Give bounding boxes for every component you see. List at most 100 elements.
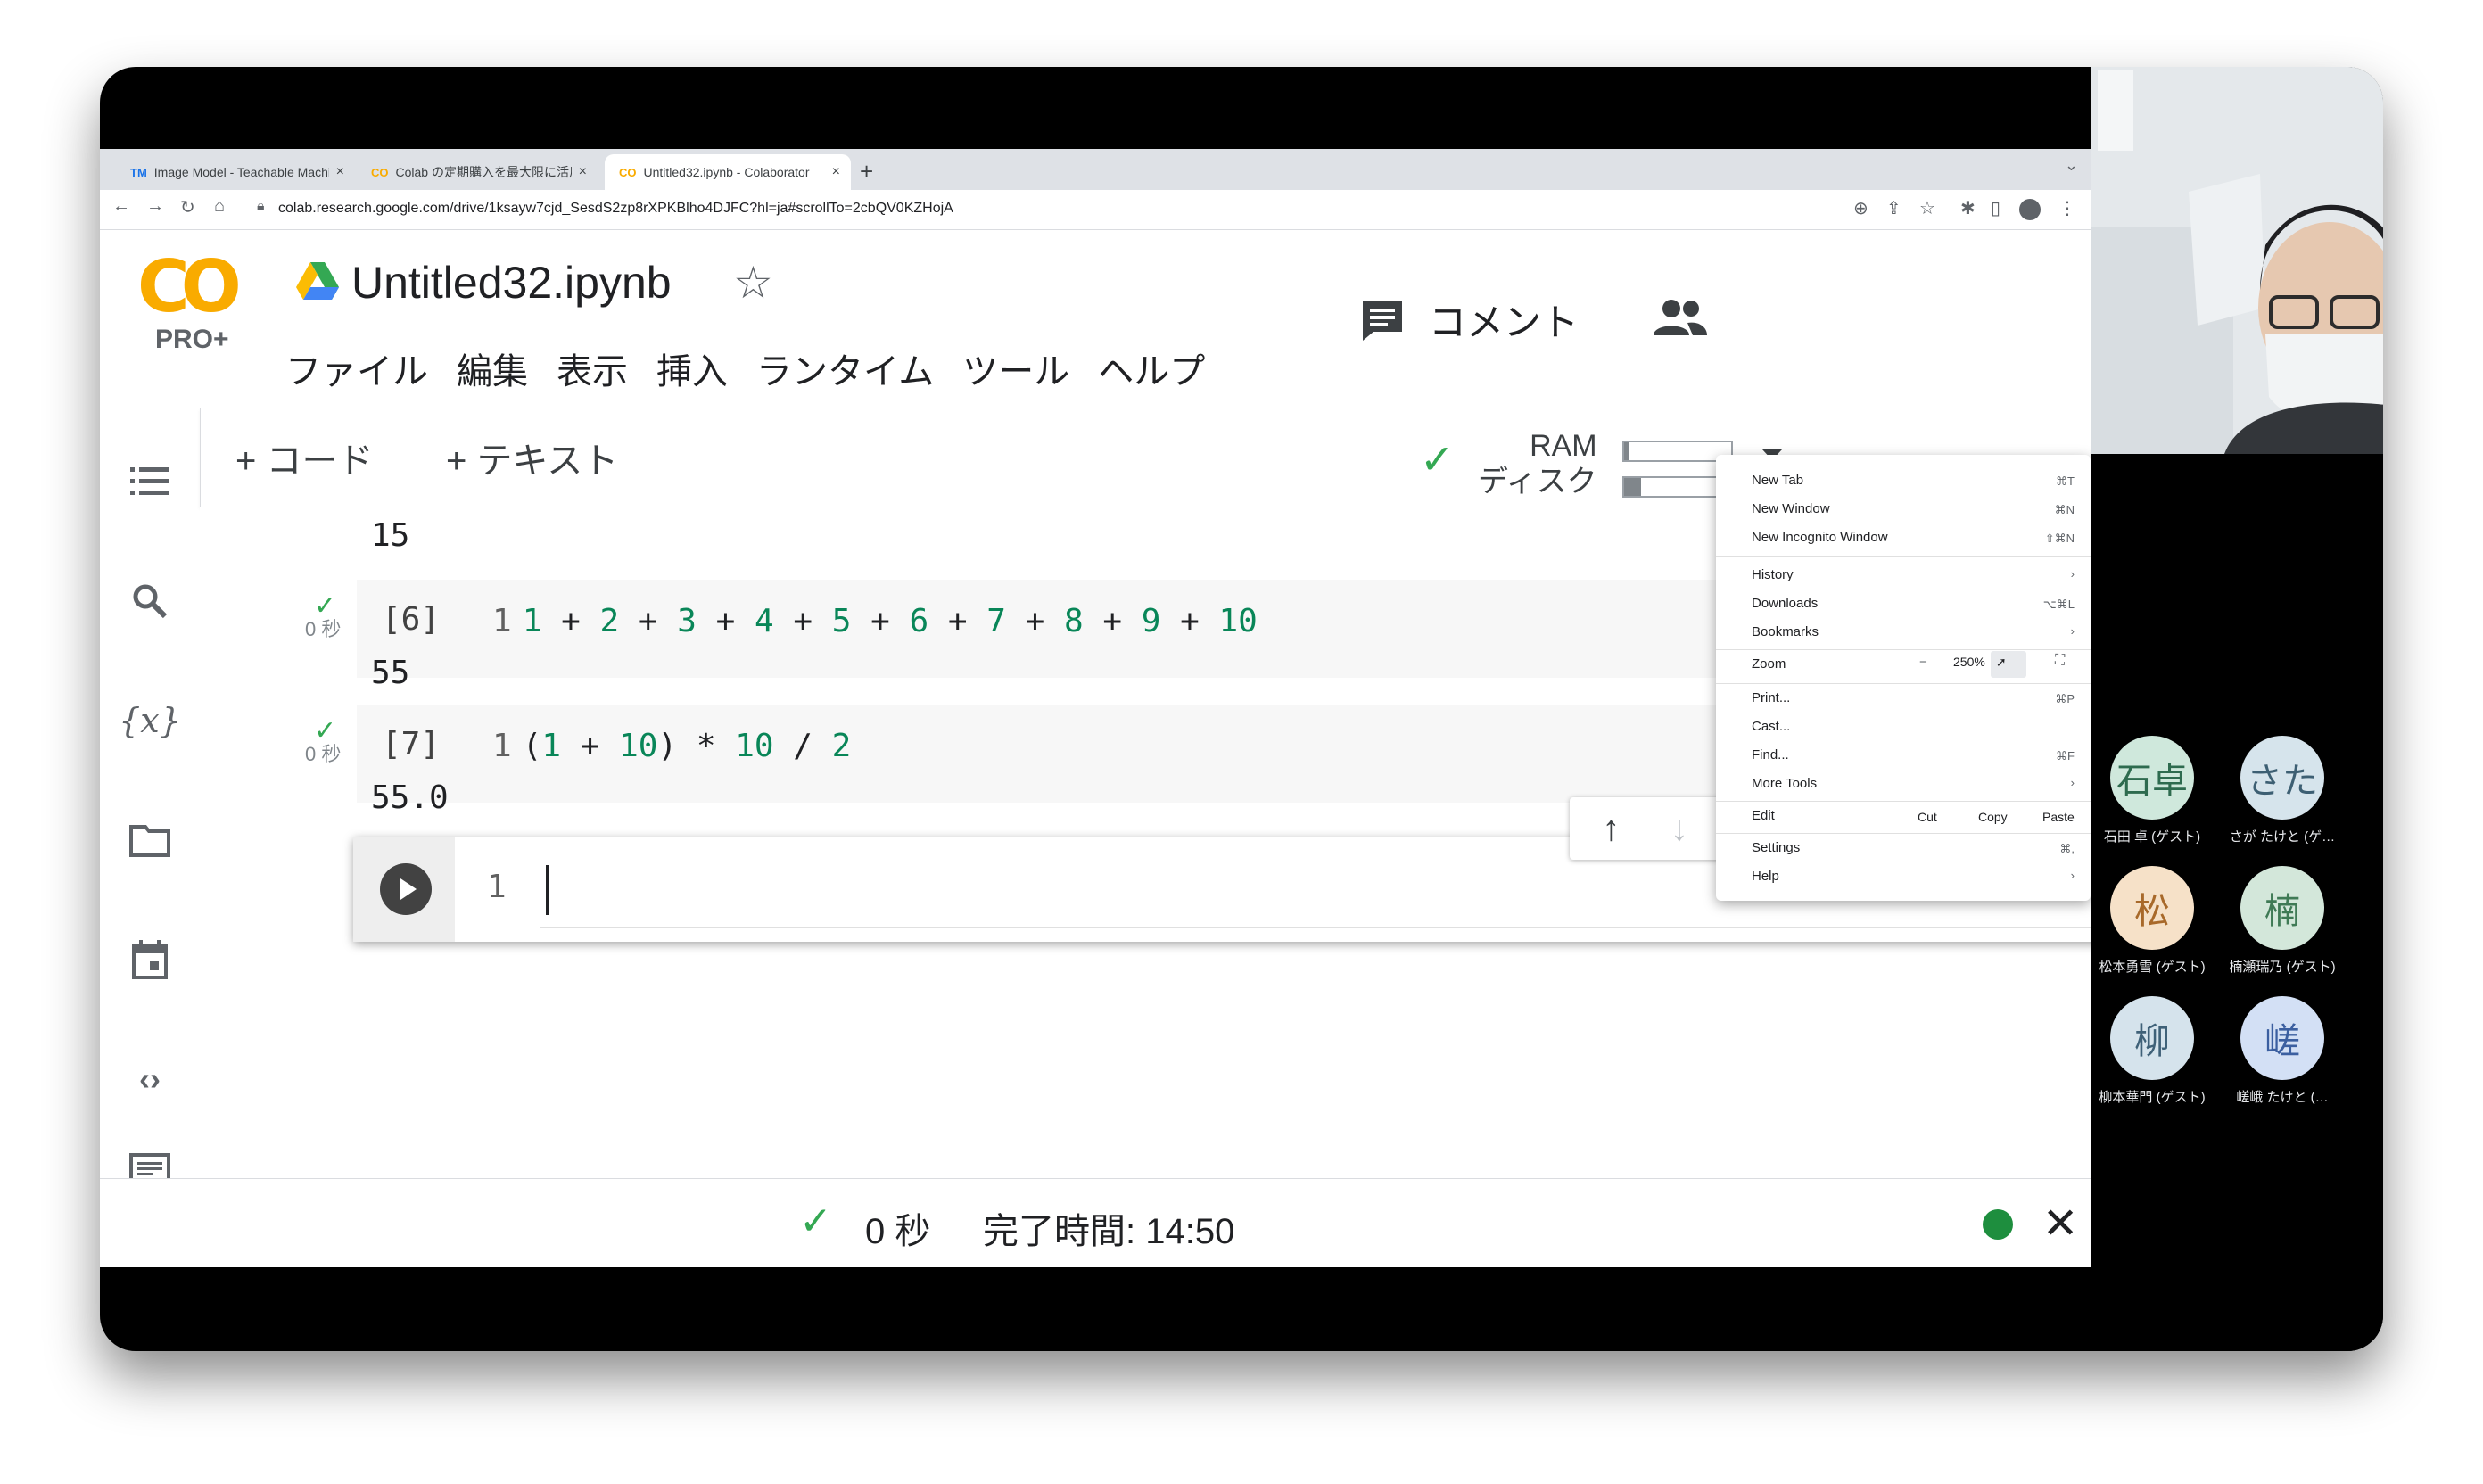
participant-avatar[interactable]: 柳 <box>2110 996 2194 1080</box>
menu-view[interactable]: 表示 <box>557 342 628 394</box>
home-icon[interactable]: ⌂ <box>214 196 225 217</box>
menu-print[interactable]: Print... <box>1752 690 1790 705</box>
menu-file[interactable]: ファイル <box>285 342 428 394</box>
side-panel-icon[interactable]: ▯ <box>1991 197 2000 219</box>
people-icon[interactable] <box>1652 298 1707 337</box>
zoom-out-button[interactable]: − <box>1919 655 1927 670</box>
add-text-button[interactable]: + テキスト <box>446 432 618 483</box>
menu-downloads[interactable]: Downloads <box>1752 596 1818 611</box>
cell-exec-count[interactable]: [6] <box>382 601 440 638</box>
forward-icon[interactable]: → <box>146 196 164 217</box>
reload-icon[interactable]: ↻ <box>180 196 195 218</box>
participant-initials: 楠 <box>2264 892 2300 931</box>
close-icon[interactable]: × <box>579 164 587 180</box>
menu-new-window[interactable]: New Window <box>1752 501 1830 516</box>
menu-copy[interactable]: Copy <box>1978 810 2008 824</box>
move-up-icon[interactable]: ↑ <box>1588 806 1633 851</box>
participant-initials: さた <box>2247 762 2318 801</box>
tab-search-icon[interactable]: ⌄ <box>2065 156 2078 175</box>
menu-zoom-label: Zoom <box>1752 656 1786 672</box>
teachable-machine-icon: TM <box>130 165 147 179</box>
menu-more-tools[interactable]: More Tools <box>1752 776 1817 791</box>
comment-icon <box>1363 301 1402 341</box>
add-code-button[interactable]: + コード <box>235 432 373 483</box>
cell-output: 15 <box>371 517 410 554</box>
submenu-arrow: › <box>2070 776 2075 789</box>
close-icon[interactable]: × <box>336 164 344 180</box>
code-line[interactable]: 11 + 2 + 3 + 4 + 5 + 6 + 7 + 8 + 9 + 10 <box>492 603 1258 639</box>
browser-toolbar: ← → ↻ ⌂ 🔒︎ colab.research.google.com/dri… <box>100 190 2091 230</box>
bookmark-star-icon[interactable]: ☆ <box>1919 197 1935 219</box>
folder-icon[interactable] <box>127 817 173 863</box>
extensions-icon[interactable]: ✱ <box>1960 197 1976 219</box>
fullscreen-icon[interactable]: ⛶ <box>2055 653 2065 669</box>
move-down-icon[interactable]: ↓ <box>1657 806 1702 851</box>
shortcut: ⇧⌘N <box>2044 532 2075 545</box>
chrome-main-menu: New Tab ⌘T New Window ⌘N New Incognito W… <box>1716 455 2091 901</box>
participant-avatar[interactable]: 松 <box>2110 866 2194 950</box>
menu-find[interactable]: Find... <box>1752 747 1789 763</box>
mouse-pointer-icon: ➚ <box>1996 655 2007 669</box>
participant-name: 柳本華門 (ゲスト) <box>2099 1090 2206 1105</box>
resource-labels[interactable]: RAM ディスク <box>1478 428 1597 499</box>
menu-new-tab[interactable]: New Tab <box>1752 473 1803 488</box>
profile-avatar[interactable] <box>2019 199 2041 220</box>
menu-paste[interactable]: Paste <box>2042 810 2075 824</box>
participant-name: 松本勇雪 (ゲスト) <box>2099 960 2206 975</box>
menu-edit[interactable]: 編集 <box>457 342 528 394</box>
ram-usage-fill <box>1624 442 1629 460</box>
presenter-camera[interactable] <box>2091 67 2383 454</box>
share-page-icon[interactable]: ⇪ <box>1886 197 1901 219</box>
star-icon[interactable]: ☆ <box>733 257 773 309</box>
notebook-title[interactable]: Untitled32.ipynb <box>351 257 672 309</box>
new-tab-button[interactable]: + <box>860 158 873 186</box>
menu-bookmarks[interactable]: Bookmarks <box>1752 624 1819 639</box>
participant-avatar[interactable]: 石卓 <box>2110 736 2194 820</box>
table-of-contents-icon[interactable] <box>127 458 173 505</box>
participant-initials: 柳 <box>2134 1022 2170 1061</box>
address-bar[interactable]: colab.research.google.com/drive/1ksayw7c… <box>278 201 953 217</box>
code-line[interactable]: 1 (1 + 10) * 10 / 2 <box>492 728 851 764</box>
tab-colab-pro[interactable]: CO Colab の定期購入を最大限に活用 × <box>357 154 598 190</box>
participant-avatar[interactable]: 楠 <box>2240 866 2324 950</box>
lock-icon[interactable]: 🔒︎ <box>257 199 265 215</box>
left-sidebar: {x} ‹› <box>100 408 201 1183</box>
status-check-icon: ✓ <box>799 1200 832 1243</box>
zoom-controls: − 250% ➚ ⛶ <box>1903 651 2091 680</box>
tab-teachable-machine[interactable]: TM Image Model - Teachable Machi × <box>116 154 355 190</box>
back-icon[interactable]: ← <box>112 196 130 217</box>
close-icon[interactable]: × <box>832 164 840 180</box>
comment-button[interactable]: コメント <box>1359 293 1579 347</box>
colab-logo[interactable]: CO PRO+ <box>137 251 242 355</box>
menu-cast[interactable]: Cast... <box>1752 719 1790 734</box>
tab-untitled32[interactable]: CO Untitled32.ipynb - Colaborator × <box>605 154 851 190</box>
colab-app: CO PRO+ Untitled32.ipynb ☆ ファイル 編集 表示 挿入… <box>100 230 2091 1267</box>
close-status-icon[interactable]: ✕ <box>2042 1199 2078 1249</box>
menu-help[interactable]: ヘルプ <box>1098 342 1205 394</box>
menu-help[interactable]: Help <box>1752 869 1779 884</box>
menu-runtime[interactable]: ランタイム <box>756 342 934 394</box>
line-number: 1 <box>492 728 512 764</box>
menu-history[interactable]: History <box>1752 567 1794 582</box>
ram-label: RAM <box>1530 429 1597 463</box>
menu-cut[interactable]: Cut <box>1918 810 1937 824</box>
variables-icon[interactable]: {x} <box>119 697 181 744</box>
participant-avatar[interactable]: さた <box>2240 736 2324 820</box>
menu-insert[interactable]: 挿入 <box>656 342 728 394</box>
participant-avatar[interactable]: 嵯 <box>2240 996 2324 1080</box>
menu-settings[interactable]: Settings <box>1752 840 1800 855</box>
run-cell-button[interactable] <box>380 863 432 915</box>
participant-name: 石田 卓 (ゲスト) <box>2103 829 2201 845</box>
code-snippets-icon[interactable]: ‹› <box>127 1056 173 1102</box>
menu-new-incognito[interactable]: New Incognito Window <box>1752 530 1888 545</box>
menu-tools[interactable]: ツール <box>962 342 1069 394</box>
google-drive-icon[interactable] <box>296 262 339 300</box>
line-number: 1 <box>492 603 512 639</box>
cell-exec-count[interactable]: [7] <box>382 726 440 763</box>
chrome-menu-icon[interactable]: ⋮ <box>2058 197 2076 219</box>
search-icon[interactable] <box>127 578 173 624</box>
shortcut: ⌘P <box>2055 692 2075 705</box>
zoom-icon[interactable]: ⊕ <box>1853 197 1868 219</box>
calendar-icon[interactable] <box>127 936 173 983</box>
execution-elapsed: 0 秒 <box>865 1212 931 1251</box>
